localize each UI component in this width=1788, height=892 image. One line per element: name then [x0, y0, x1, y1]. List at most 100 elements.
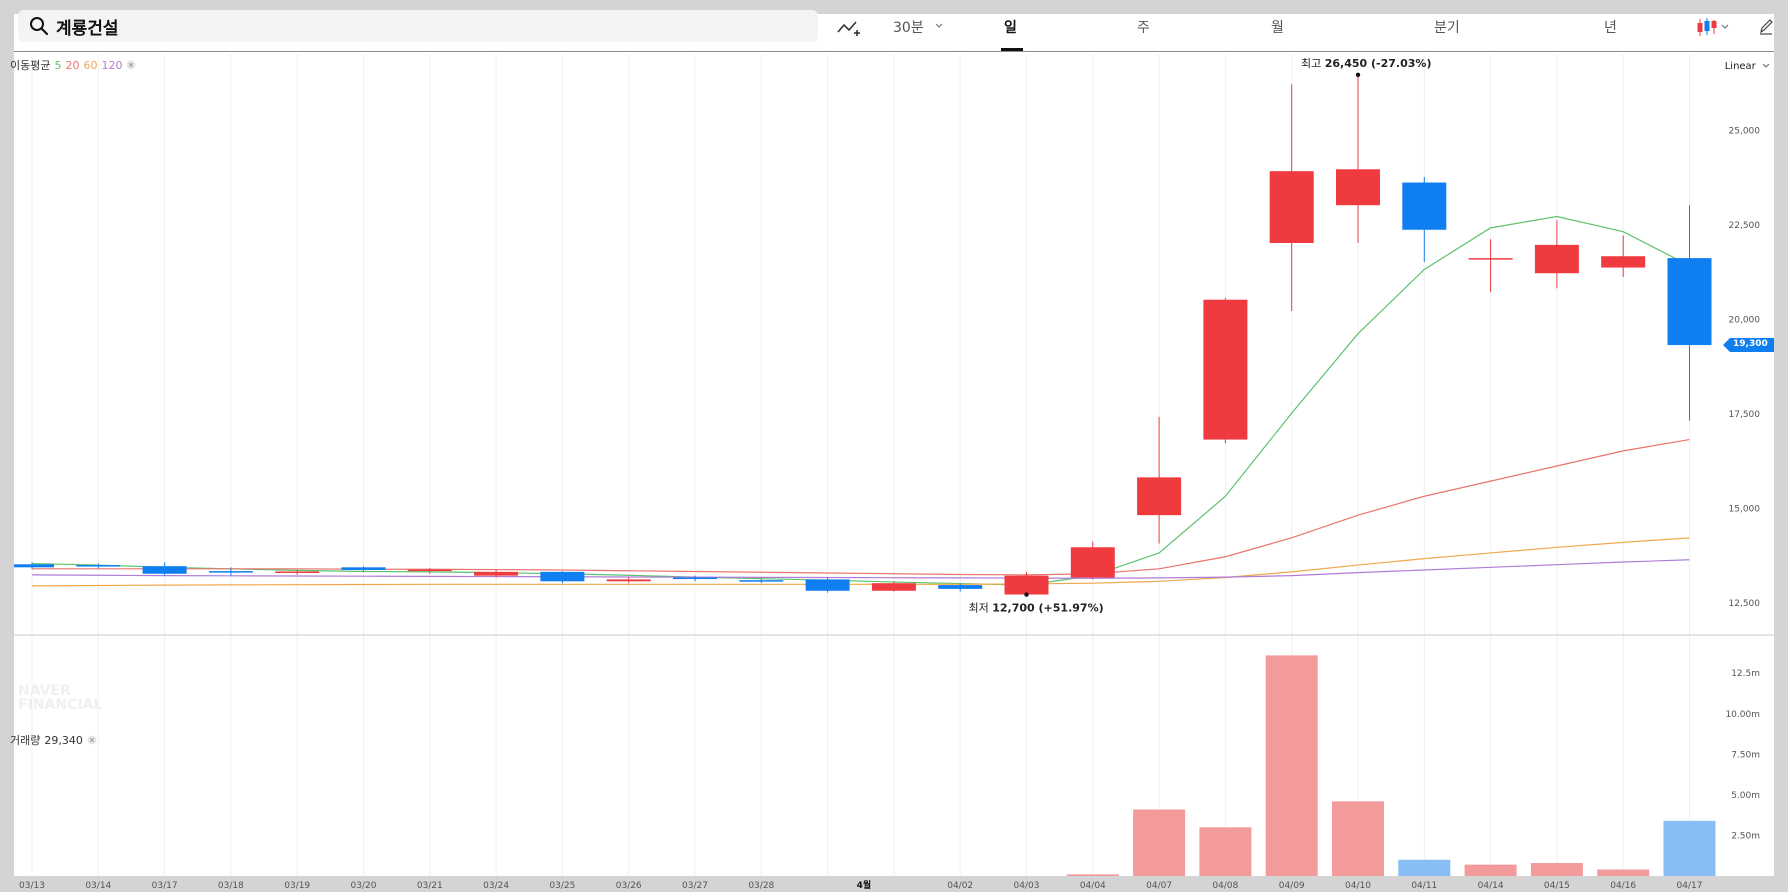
ma-20-line — [32, 438, 1690, 576]
search-box[interactable]: 계룡건설 — [18, 10, 818, 42]
x-axis: 03/13 03/14 03/17 03/18 03/19 03/20 03/21 03/24… — [19, 879, 1703, 891]
volume-legend[interactable]: 거래량 29,340 — [10, 732, 97, 748]
ma-20-label: 20 — [65, 58, 80, 72]
search-input[interactable]: 계룡건설 — [56, 14, 119, 39]
ma-title: 이동평균 — [10, 59, 51, 72]
candle-body — [208, 571, 253, 573]
volume-tick-label: 10.00m — [1725, 710, 1760, 720]
x-tick-label: 03/14 — [85, 881, 111, 891]
x-tick-label: 03/13 — [19, 881, 45, 891]
volume-tick-label: 7.50m — [1731, 750, 1760, 760]
volume-bar — [1530, 863, 1583, 876]
ma-60-line — [31, 537, 1690, 587]
candle-body — [1402, 182, 1447, 230]
candle-body — [1269, 171, 1314, 243]
candle-body — [938, 585, 983, 589]
x-tick-label: 03/27 — [682, 881, 708, 891]
volume-value: 29,340 — [44, 733, 83, 747]
chevron-down-icon[interactable] — [935, 23, 943, 29]
y-tick-label: 15,000 — [1729, 505, 1761, 515]
interval-select[interactable]: 30분 — [893, 17, 924, 37]
x-tick-label: 04/04 — [1080, 881, 1106, 891]
volume-bar — [1265, 655, 1318, 876]
low-label: 최저 — [969, 602, 993, 615]
volume-tick-label: 2.50m — [1731, 831, 1760, 841]
candle-body — [1534, 244, 1579, 274]
high-pct: (-27.03%) — [1371, 57, 1431, 70]
x-tick-label: 4월 — [857, 879, 872, 891]
candle-body — [1137, 477, 1182, 516]
volume-bar — [1398, 859, 1451, 876]
chart-frame: 12,500 15,000 17,500 20,000 22,500 25,000 2.50… — [10, 10, 1774, 890]
tab-year[interactable]: 년 — [1604, 17, 1617, 37]
scale-select[interactable]: Linear — [1725, 61, 1770, 72]
add-indicator-icon[interactable] — [836, 18, 862, 40]
x-tick-label: 04/03 — [1014, 881, 1040, 891]
x-tick-label: 04/17 — [1677, 881, 1703, 891]
ma-60-label: 60 — [83, 58, 98, 72]
candle-body — [1336, 169, 1380, 206]
y-tick-label: 17,500 — [1729, 410, 1761, 420]
volume-bar — [1133, 809, 1186, 876]
x-tick-label: 03/24 — [483, 881, 509, 891]
x-tick-label: 04/08 — [1212, 881, 1238, 891]
high-marker — [1355, 72, 1361, 77]
scale-label: Linear — [1724, 61, 1756, 72]
tab-month[interactable]: 월 — [1271, 17, 1284, 37]
low-pct: (+51.97%) — [1039, 602, 1104, 615]
x-tick-label: 03/26 — [616, 881, 642, 891]
watermark-line-1: NAVER — [18, 683, 71, 699]
candle-body — [1203, 299, 1248, 440]
y-tick-label: 25,000 — [1729, 127, 1761, 137]
y-tick-label: 22,500 — [1729, 221, 1761, 231]
ma-5-line — [31, 215, 1690, 586]
candle-type-icon[interactable] — [1695, 17, 1731, 39]
candle-body — [739, 580, 784, 582]
x-tick-label: 04/16 — [1610, 881, 1636, 891]
pencil-icon[interactable] — [1758, 18, 1774, 36]
tab-day[interactable]: 일 — [1004, 17, 1017, 37]
x-tick-label: 03/18 — [218, 881, 244, 891]
volume-tick-label: 12.5m — [1731, 669, 1760, 679]
candle-body — [407, 569, 452, 572]
volume-tick-label: 5.00m — [1731, 791, 1760, 801]
candle-body — [14, 564, 54, 568]
x-tick-label: 04/07 — [1146, 881, 1172, 891]
tab-quarter[interactable]: 분기 — [1434, 17, 1460, 37]
candle-body — [606, 579, 651, 582]
watermark-line-2: FINANCIAL — [18, 697, 103, 713]
high-annotation: 최고 26,450 (-27.03%) — [1301, 57, 1431, 70]
candle-body — [805, 579, 850, 591]
candle-body — [1070, 547, 1115, 578]
close-icon[interactable] — [87, 735, 97, 745]
active-tab-indicator — [1001, 48, 1023, 51]
x-tick-label: 03/28 — [748, 881, 774, 891]
price-chart[interactable]: 12,500 15,000 17,500 20,000 22,500 25,000 2.50… — [14, 14, 1774, 890]
x-tick-label: 04/11 — [1411, 881, 1437, 891]
volume-bar — [1199, 827, 1252, 876]
close-icon[interactable] — [126, 60, 136, 70]
ma-5-label: 5 — [54, 58, 62, 72]
y-tick-label: 20,000 — [1729, 316, 1761, 326]
low-marker — [1024, 592, 1029, 597]
candle-body — [540, 571, 585, 582]
candle-body — [341, 567, 386, 570]
high-value: 26,450 — [1325, 57, 1371, 70]
low-annotation: 최저 12,700 (+51.97%) — [969, 602, 1104, 615]
tab-week[interactable]: 주 — [1137, 17, 1150, 37]
x-tick-label: 03/21 — [417, 881, 443, 891]
candle-body — [1601, 256, 1646, 268]
volume-bar — [1332, 801, 1384, 876]
y-tick-label: 12,500 — [1729, 599, 1761, 609]
current-price-tag: 19,300 — [1723, 338, 1774, 353]
low-value: 12,700 — [992, 602, 1038, 615]
candle-body — [474, 571, 519, 576]
candle-body — [142, 566, 187, 574]
x-tick-label: 03/19 — [284, 881, 310, 891]
x-tick-label: 04/10 — [1345, 881, 1371, 891]
chevron-down-icon — [1762, 63, 1770, 68]
moving-average-legend[interactable]: 이동평균 5 20 60 120 — [10, 57, 136, 73]
candle-body — [1004, 575, 1049, 595]
volume-title: 거래량 — [10, 734, 41, 747]
x-tick-label: 04/02 — [947, 881, 973, 891]
